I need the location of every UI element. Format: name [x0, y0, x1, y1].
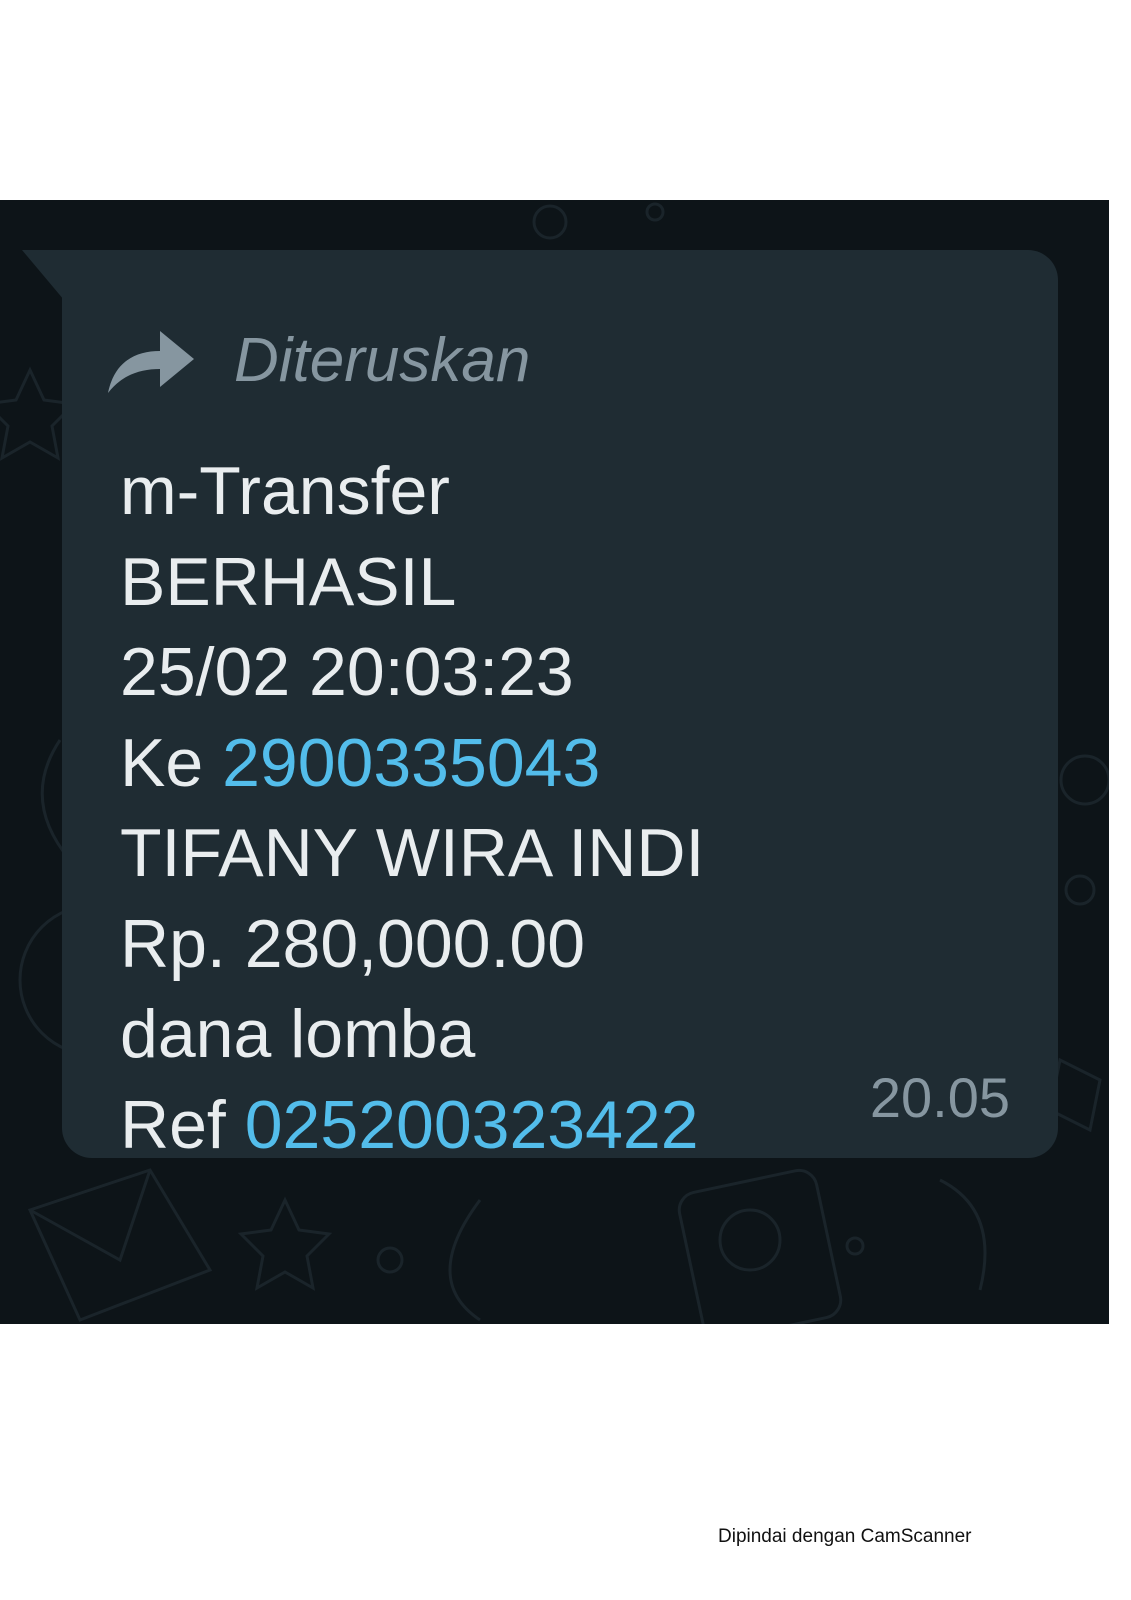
message-datetime: 25/02 20:03:23	[120, 634, 574, 710]
camscanner-footer: Dipindai dengan CamScanner	[718, 1526, 972, 1547]
message-bubble[interactable]: Diteruskan m-Transfer BERHASIL 25/02 20:…	[62, 250, 1058, 1163]
message-text: m-Transfer BERHASIL 25/02 20:03:23 Ke 29…	[120, 446, 704, 1170]
message-amount: Rp. 280,000.00	[120, 905, 586, 982]
chat-screenshot: Diteruskan m-Transfer BERHASIL 25/02 20:…	[0, 200, 1109, 1324]
forward-arrow-icon	[108, 331, 194, 393]
message-ref-line: Ref 025200323422	[120, 1080, 704, 1171]
message-to-line: Ke 2900335043	[120, 718, 704, 809]
forwarded-header: Diteruskan	[106, 320, 530, 400]
message-note: dana lomba	[120, 996, 476, 1072]
message-title: m-Transfer	[120, 453, 450, 529]
message-status: BERHASIL	[120, 543, 457, 620]
to-prefix: Ke	[120, 724, 204, 801]
ref-prefix: Ref	[120, 1086, 226, 1163]
account-number-link[interactable]: 2900335043	[222, 725, 600, 801]
ref-number-link[interactable]: 025200323422	[245, 1087, 699, 1163]
message-timestamp: 20.05	[869, 1066, 1010, 1129]
forwarded-label: Diteruskan	[234, 325, 531, 395]
bubble-tail	[22, 250, 64, 300]
message-recipient: TIFANY WIRA INDI	[120, 815, 705, 891]
